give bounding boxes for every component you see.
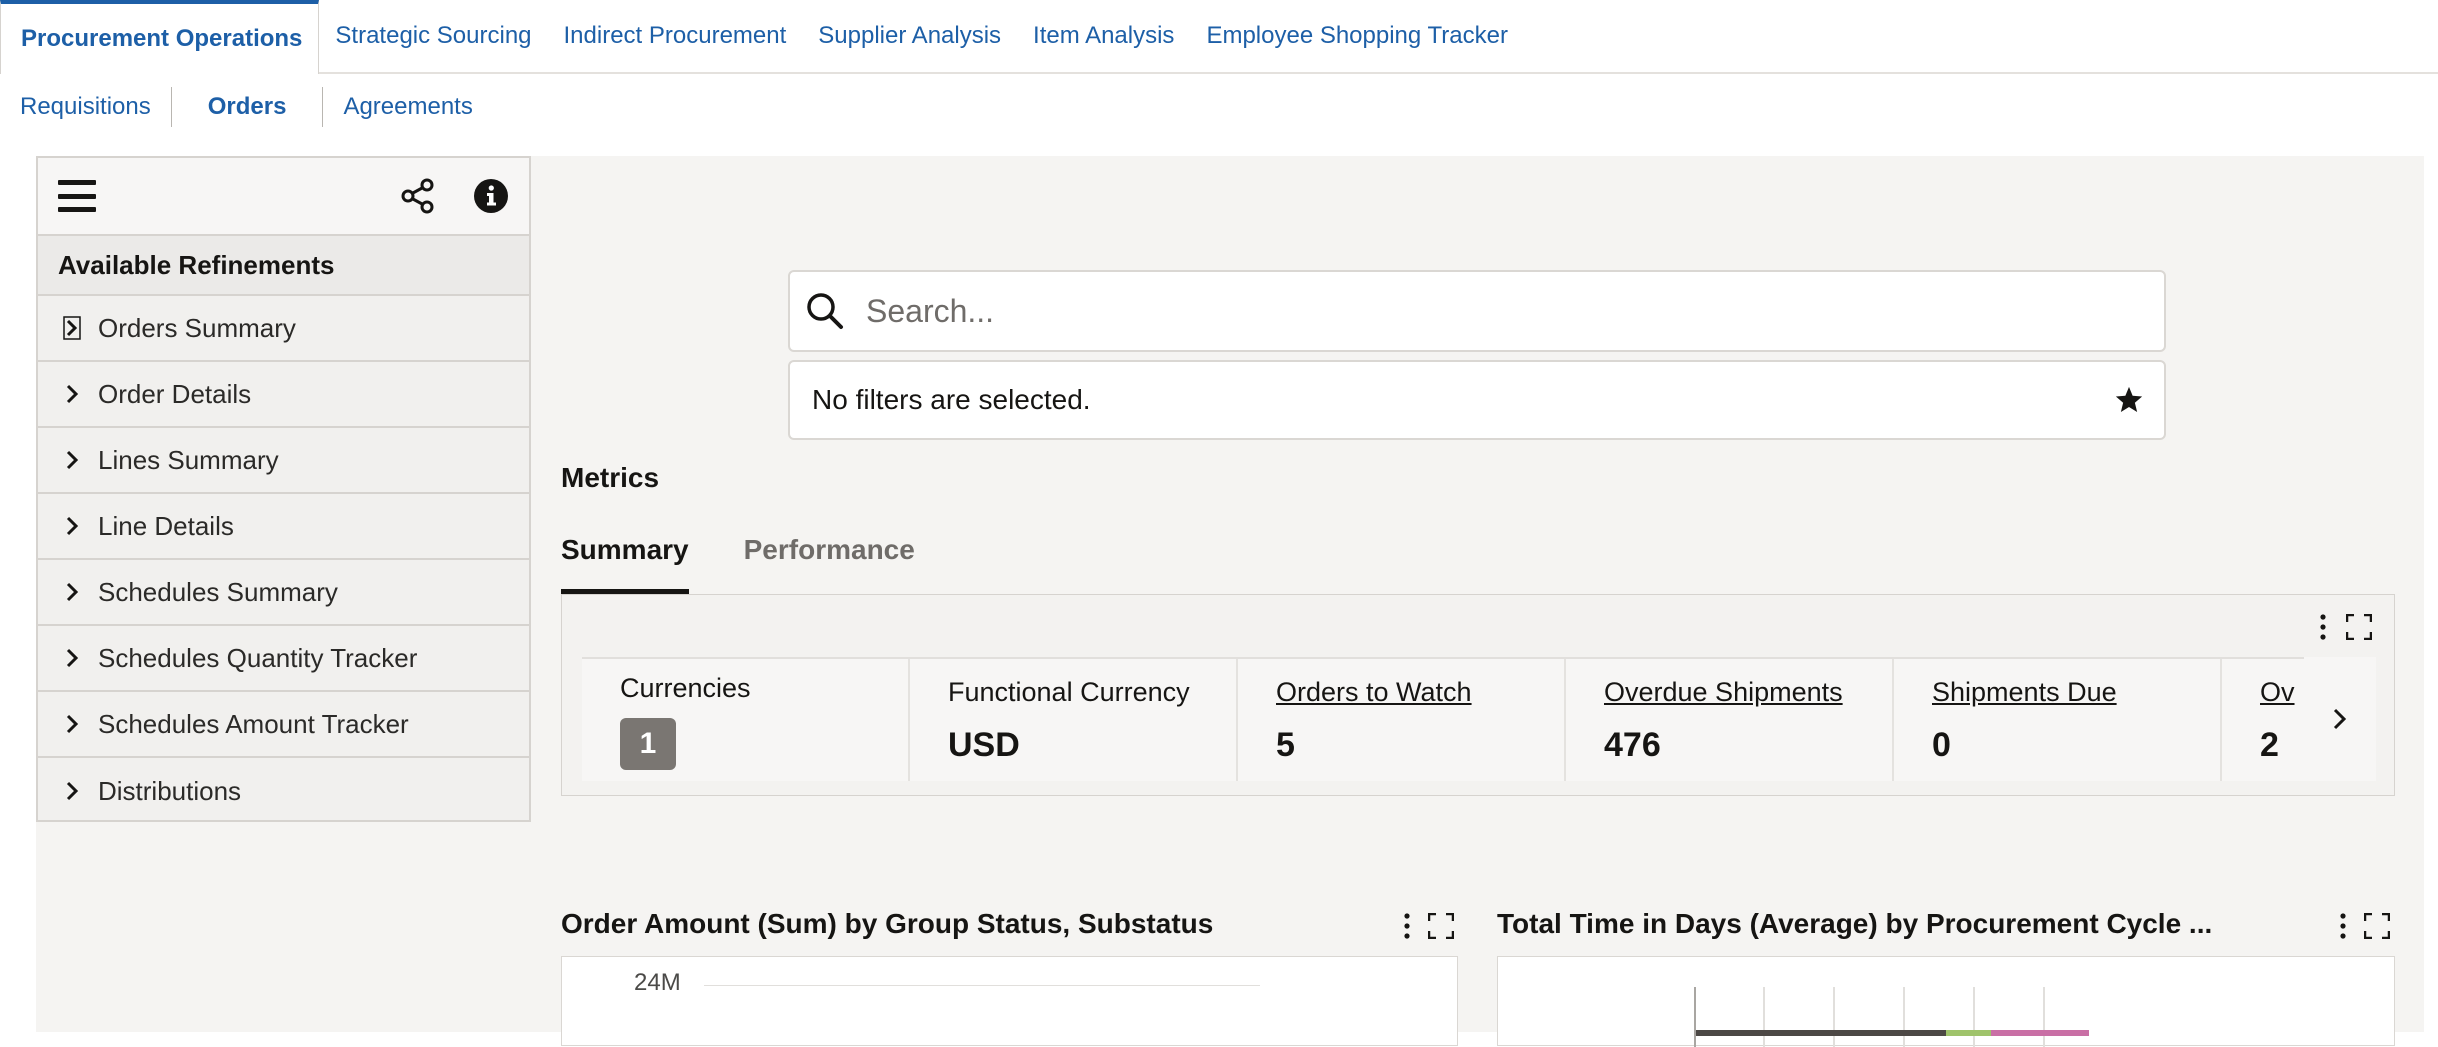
tile-orders-to-watch: Orders to Watch 5 [1238, 659, 1566, 781]
refinement-label: Schedules Amount Tracker [98, 708, 409, 739]
refinement-label: Orders Summary [98, 312, 296, 343]
y-axis-tick-label: 24M [634, 969, 681, 996]
refinement-label: Schedules Summary [98, 576, 338, 607]
bar-segment [1991, 1030, 2089, 1036]
tile-shipments-due: Shipments Due 0 [1894, 659, 2222, 781]
info-icon[interactable] [473, 178, 509, 214]
search-bar [788, 270, 2166, 352]
chevron-right-icon [63, 316, 81, 340]
refinement-orders-summary[interactable]: Orders Summary [38, 296, 529, 362]
tile-label: Functional Currency [948, 677, 1190, 707]
refinement-label: Schedules Quantity Tracker [98, 642, 418, 673]
tab-strategic-sourcing[interactable]: Strategic Sourcing [319, 0, 547, 72]
top-tab-bar: Procurement Operations Strategic Sourcin… [0, 0, 2438, 74]
refinement-schedules-summary[interactable]: Schedules Summary [38, 560, 529, 626]
right-chart-plot [1694, 987, 2089, 1047]
tile-value: 476 [1604, 726, 1661, 764]
hamburger-icon[interactable] [58, 180, 96, 212]
panel-toolbar [38, 158, 529, 236]
refinement-line-details[interactable]: Line Details [38, 494, 529, 560]
chevron-right-icon [2333, 708, 2347, 730]
tile-link[interactable]: Overdue Shipments [1604, 677, 1892, 708]
left-chart-tools [1402, 912, 1454, 940]
tile-value: 5 [1276, 726, 1295, 764]
refinement-label: Line Details [98, 510, 234, 541]
tab-employee-shopping-tracker[interactable]: Employee Shopping Tracker [1190, 0, 1524, 72]
chevron-right-icon [66, 648, 79, 668]
bar-segment [1946, 1030, 1991, 1036]
expand-icon[interactable] [1428, 913, 1454, 939]
refinement-schedules-quantity-tracker[interactable]: Schedules Quantity Tracker [38, 626, 529, 692]
tile-label: Currencies [620, 673, 751, 703]
chevron-right-icon [66, 450, 79, 470]
more-vertical-icon[interactable] [2318, 613, 2328, 641]
refinements-heading: Available Refinements [38, 236, 529, 296]
chevron-right-icon [66, 516, 79, 536]
gridline [704, 985, 1260, 986]
subtab-requisitions[interactable]: Requisitions [0, 87, 171, 127]
star-icon[interactable] [2114, 385, 2144, 415]
tile-currencies: Currencies 1 [582, 659, 910, 781]
search-input[interactable] [866, 292, 2066, 330]
tab-summary[interactable]: Summary [561, 528, 689, 594]
currencies-count-badge: 1 [620, 718, 676, 770]
refinement-label: Lines Summary [98, 444, 279, 475]
right-chart-tools [2338, 912, 2390, 940]
tab-performance[interactable]: Performance [744, 528, 915, 594]
expand-icon[interactable] [2346, 614, 2372, 640]
more-vertical-icon[interactable] [1402, 912, 1412, 940]
left-chart-area: 24M [561, 956, 1458, 1046]
metrics-tabs: Summary Performance [561, 528, 970, 594]
bar-segment [1696, 1030, 1946, 1036]
chevron-right-icon [66, 582, 79, 602]
tile-overdue-shipments: Overdue Shipments 476 [1566, 659, 1894, 781]
filter-bar: No filters are selected. [788, 360, 2166, 440]
search-icon [807, 293, 843, 329]
more-vertical-icon[interactable] [2338, 912, 2348, 940]
refinement-label: Distributions [98, 775, 242, 806]
tile-value: 0 [1932, 726, 1951, 764]
refinements-panel: Available Refinements Orders Summary Ord… [36, 156, 531, 822]
tab-indirect-procurement[interactable]: Indirect Procurement [548, 0, 803, 72]
refinement-order-details[interactable]: Order Details [38, 362, 529, 428]
tiles-next-button[interactable] [2304, 657, 2376, 781]
metrics-title: Metrics [561, 462, 660, 493]
sub-tab-bar: Requisitions Orders Agreements [0, 84, 493, 130]
chevron-right-icon [66, 714, 79, 734]
filter-status-text: No filters are selected. [812, 384, 1091, 415]
refinement-lines-summary[interactable]: Lines Summary [38, 428, 529, 494]
right-chart-title: Total Time in Days (Average) by Procurem… [1497, 908, 2213, 939]
tab-procurement-operations[interactable]: Procurement Operations [0, 0, 320, 74]
tile-value: USD [948, 726, 1020, 764]
refinement-distributions[interactable]: Distributions [38, 758, 529, 824]
chevron-right-icon [66, 781, 79, 801]
tab-supplier-analysis[interactable]: Supplier Analysis [802, 0, 1017, 72]
tile-link[interactable]: Shipments Due [1932, 677, 2220, 708]
refinement-label: Order Details [98, 378, 252, 409]
subtab-orders[interactable]: Orders [172, 87, 323, 127]
tile-link[interactable]: Orders to Watch [1276, 677, 1564, 708]
tile-functional-currency: Functional Currency USD [910, 659, 1238, 781]
tab-item-analysis[interactable]: Item Analysis [1017, 0, 1190, 72]
share-icon[interactable] [399, 177, 437, 215]
refinement-schedules-amount-tracker[interactable]: Schedules Amount Tracker [38, 692, 529, 758]
right-chart-area [1497, 956, 2395, 1047]
metric-tiles: Currencies 1 Functional Currency USD Ord… [582, 657, 2358, 781]
left-chart-title: Order Amount (Sum) by Group Status, Subs… [561, 908, 1214, 939]
chevron-right-icon [66, 384, 79, 404]
subtab-agreements[interactable]: Agreements [323, 87, 492, 127]
metrics-card: Currencies 1 Functional Currency USD Ord… [561, 594, 2395, 796]
expand-icon[interactable] [2364, 913, 2390, 939]
